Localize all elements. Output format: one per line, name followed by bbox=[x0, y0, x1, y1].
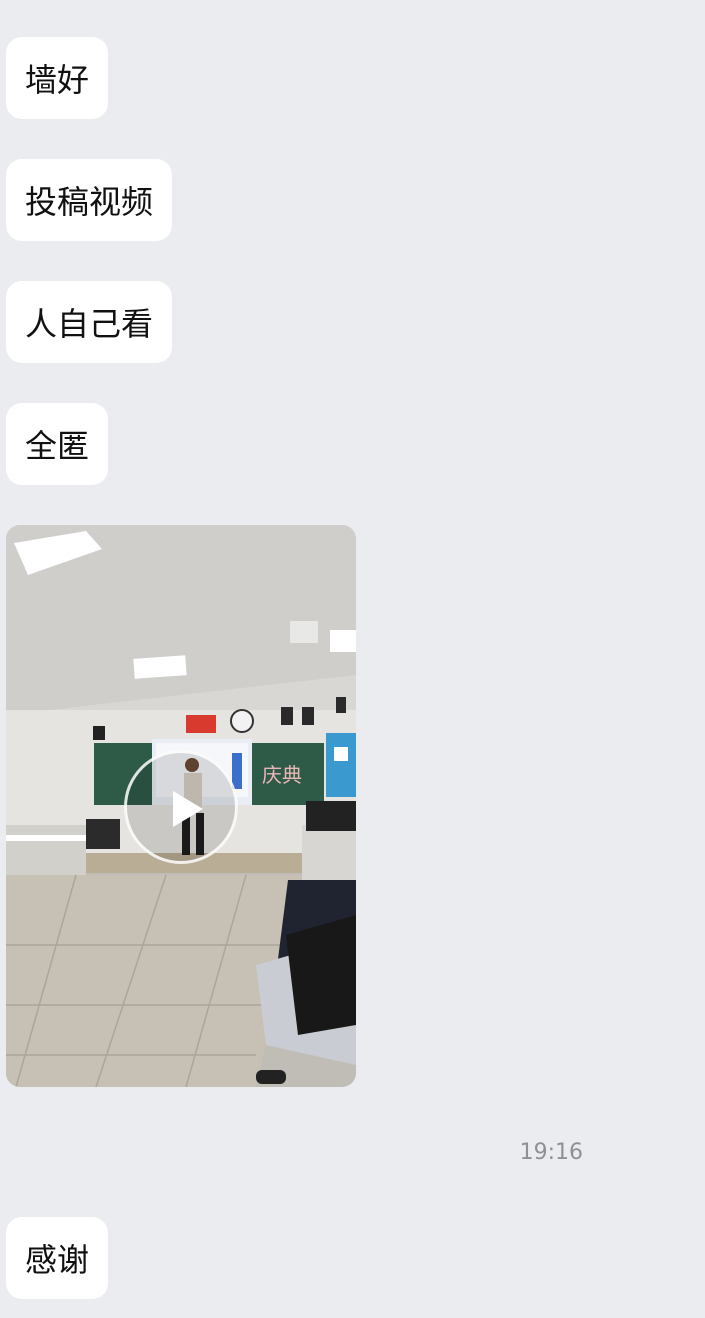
message-bubble[interactable]: 墙好 bbox=[6, 37, 109, 119]
chat-area: 墙好 投稿视频 人自己看 全匿 庆典 19:16 感谢 bbox=[0, 0, 705, 1318]
message-text: 全匿 bbox=[25, 427, 90, 465]
board-text: 庆典 bbox=[262, 763, 302, 787]
message-text: 人自己看 bbox=[25, 305, 154, 343]
message-text: 墙好 bbox=[25, 61, 90, 99]
play-icon[interactable] bbox=[124, 750, 238, 864]
message-bubble[interactable]: 人自己看 bbox=[6, 281, 173, 363]
message-text: 投稿视频 bbox=[25, 183, 154, 221]
message-bubble[interactable]: 感谢 bbox=[6, 1217, 109, 1299]
message-bubble[interactable]: 投稿视频 bbox=[6, 159, 173, 241]
timestamp: 19:16 bbox=[519, 1140, 583, 1165]
message-bubble[interactable]: 全匿 bbox=[6, 403, 109, 485]
message-text: 感谢 bbox=[25, 1241, 90, 1279]
